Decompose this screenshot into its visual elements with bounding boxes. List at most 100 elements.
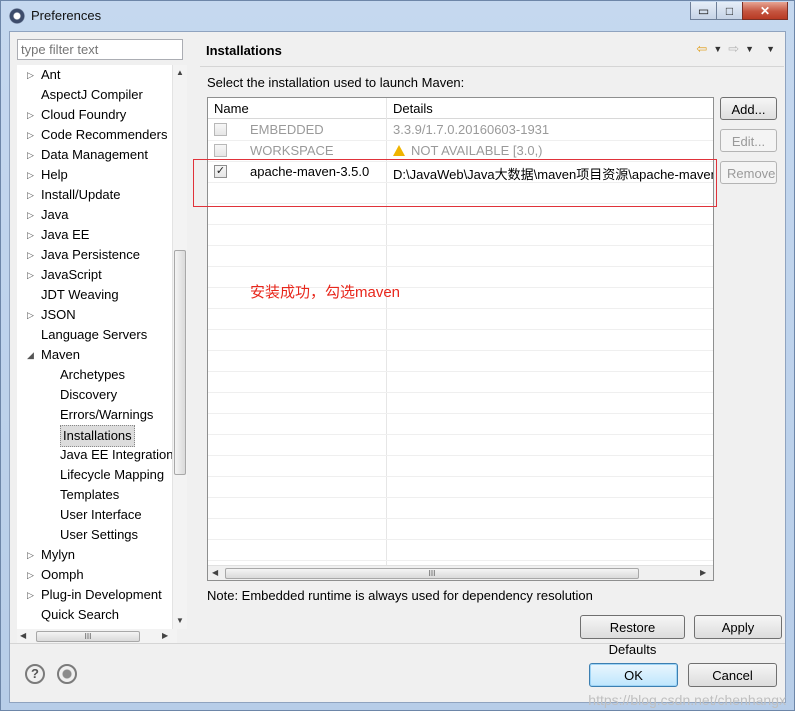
- table-row[interactable]: EMBEDDED 3.3.9/1.7.0.20160603-1931: [208, 119, 713, 140]
- installation-details: NOT AVAILABLE [3.0,): [393, 143, 543, 158]
- footer-divider: [10, 643, 785, 644]
- tree-hscroll-thumb[interactable]: III: [36, 631, 140, 642]
- collapsed-chevron-icon[interactable]: ▷: [27, 545, 37, 565]
- grid-line: [208, 392, 713, 393]
- installation-name: EMBEDDED: [250, 122, 324, 137]
- scroll-right-icon[interactable]: ▶: [162, 631, 168, 640]
- collapsed-chevron-icon[interactable]: ▷: [27, 585, 37, 605]
- sidebar-item-label: JSON: [41, 307, 76, 322]
- installation-checkbox[interactable]: [214, 123, 227, 136]
- record-macro-icon[interactable]: [57, 664, 77, 684]
- sidebar-item-label: User Interface: [60, 507, 142, 522]
- sidebar-item-label: JDT Weaving: [41, 287, 119, 302]
- grid-line: [208, 245, 713, 246]
- restore-defaults-button[interactable]: Restore Defaults: [580, 615, 685, 657]
- installation-name: WORKSPACE: [250, 143, 334, 158]
- warning-icon: [393, 145, 405, 156]
- grid-line: [208, 224, 713, 225]
- collapsed-chevron-icon[interactable]: ▷: [27, 185, 37, 205]
- grid-line: [208, 560, 713, 561]
- collapsed-chevron-icon[interactable]: ▷: [27, 165, 37, 185]
- sidebar-item-label: Java EE: [41, 227, 90, 242]
- scroll-up-icon[interactable]: ▲: [176, 68, 184, 77]
- tree-horizontal-scrollbar[interactable]: ◀ III ▶: [17, 629, 177, 644]
- page-title: Installations: [206, 43, 282, 58]
- filter-input[interactable]: [17, 39, 183, 60]
- table-row[interactable]: WORKSPACE NOT AVAILABLE [3.0,): [208, 140, 713, 161]
- collapsed-chevron-icon[interactable]: ▷: [27, 125, 37, 145]
- collapsed-chevron-icon[interactable]: ▷: [27, 145, 37, 165]
- add-button[interactable]: Add...: [720, 97, 777, 120]
- maximize-button[interactable]: □: [716, 2, 743, 20]
- grid-line: [208, 308, 713, 309]
- page-description: Select the installation used to launch M…: [207, 75, 465, 90]
- sidebar-item-label: Java EE Integration: [60, 447, 174, 462]
- sidebar-item-label: Oomph: [41, 567, 84, 582]
- help-icon[interactable]: ?: [25, 664, 45, 684]
- table-horizontal-scrollbar[interactable]: ◀ III ▶: [208, 565, 713, 580]
- maximize-icon: □: [725, 3, 734, 18]
- view-menu-icon[interactable]: ▼: [766, 44, 775, 57]
- ok-button[interactable]: OK: [589, 663, 678, 687]
- tree-scroll-thumb[interactable]: [174, 250, 186, 475]
- grid-line: [208, 329, 713, 330]
- sidebar-item-label: Discovery: [60, 387, 118, 402]
- table-scroll-left-icon[interactable]: ◀: [212, 568, 218, 577]
- scroll-left-icon[interactable]: ◀: [20, 631, 26, 640]
- collapsed-chevron-icon[interactable]: ▷: [27, 245, 37, 265]
- close-button[interactable]: ✕: [742, 2, 788, 20]
- highlight-box: [193, 159, 717, 207]
- grid-line: [208, 371, 713, 372]
- sidebar-item-label: Maven: [41, 347, 81, 362]
- back-arrow-icon[interactable]: ⇦: [696, 41, 707, 57]
- sidebar-item-label: Quick Search: [41, 607, 120, 622]
- collapsed-chevron-icon[interactable]: ▷: [27, 225, 37, 245]
- tree-vertical-scrollbar[interactable]: ▲ ▼: [172, 65, 187, 629]
- minimize-icon: ▭: [697, 3, 710, 18]
- window-title: Preferences: [31, 8, 102, 23]
- collapsed-chevron-icon[interactable]: ▷: [27, 205, 37, 225]
- watermark: https://blog.csdn.net/chenhangx: [588, 692, 786, 708]
- forward-arrow-icon[interactable]: ⇨: [728, 41, 739, 57]
- scroll-down-icon[interactable]: ▼: [176, 616, 184, 625]
- preference-tree: ▷ Ant AspectJ Compiler ▷ Cloud Foundry ▷ Code …: [17, 65, 183, 629]
- grid-line: [208, 539, 713, 540]
- installation-details: 3.3.9/1.7.0.20160603-1931: [393, 122, 549, 137]
- header-divider: [200, 66, 784, 67]
- collapsed-chevron-icon[interactable]: ▷: [27, 105, 37, 125]
- grid-line: [208, 413, 713, 414]
- back-dropdown-icon[interactable]: ▼: [713, 44, 722, 57]
- collapsed-chevron-icon[interactable]: ▷: [27, 305, 37, 325]
- sidebar-item-label: Data Management: [41, 147, 148, 162]
- minimize-button[interactable]: ▭: [690, 2, 717, 20]
- close-icon: ✕: [759, 3, 771, 18]
- collapsed-chevron-icon[interactable]: ▷: [27, 65, 37, 85]
- sidebar-item-label: JavaScript: [41, 267, 102, 282]
- sidebar-item-label: Install/Update: [41, 187, 121, 202]
- sidebar-item-label: Installations: [60, 425, 135, 447]
- sidebar-item-label: Cloud Foundry: [41, 107, 127, 122]
- apply-button[interactable]: Apply: [694, 615, 782, 639]
- sidebar-item-label: Help: [41, 167, 68, 182]
- preferences-window: Preferences ▭ □ ✕ ▷ Ant AspectJ Compiler ▷ C…: [0, 0, 795, 711]
- grid-line: [208, 455, 713, 456]
- collapsed-chevron-icon[interactable]: ▷: [27, 565, 37, 585]
- table-scroll-right-icon[interactable]: ▶: [700, 568, 706, 577]
- column-header-details[interactable]: Details: [393, 101, 433, 116]
- eclipse-icon: [9, 8, 25, 24]
- remove-button[interactable]: Remove: [720, 161, 777, 184]
- title-bar[interactable]: Preferences ▭ □ ✕: [1, 1, 794, 31]
- cancel-button[interactable]: Cancel: [688, 663, 777, 687]
- expanded-chevron-icon[interactable]: ◢: [27, 345, 37, 365]
- sidebar-item-label: AspectJ Compiler: [41, 87, 143, 102]
- edit-button[interactable]: Edit...: [720, 129, 777, 152]
- sidebar-item-label: Code Recommenders: [41, 127, 168, 142]
- installation-checkbox[interactable]: [214, 144, 227, 157]
- forward-dropdown-icon[interactable]: ▼: [745, 44, 754, 57]
- collapsed-chevron-icon[interactable]: ▷: [27, 265, 37, 285]
- column-header-name[interactable]: Name: [214, 101, 249, 116]
- sidebar-item-label: Language Servers: [41, 327, 148, 342]
- grid-line: [208, 476, 713, 477]
- table-scroll-thumb[interactable]: III: [225, 568, 639, 579]
- grid-line: [208, 350, 713, 351]
